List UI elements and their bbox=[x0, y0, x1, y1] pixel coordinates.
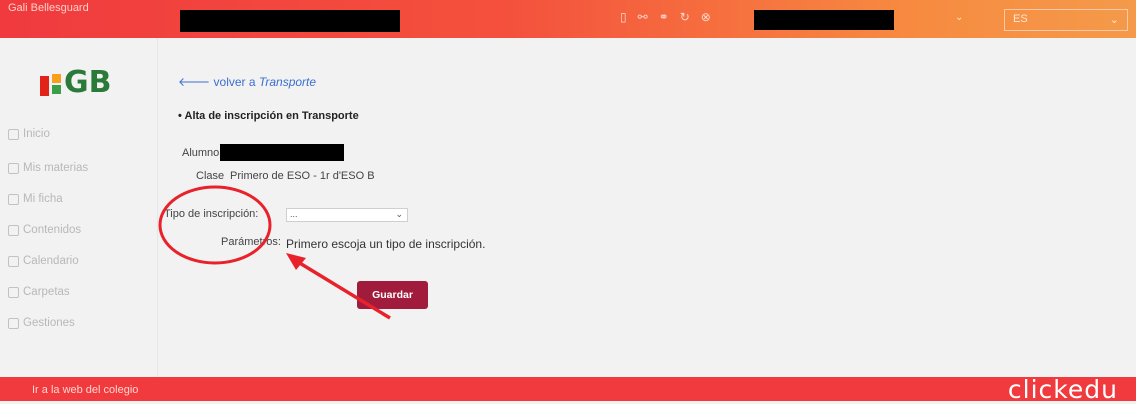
tipo-inscripcion-select[interactable]: ... ⌄ bbox=[286, 208, 408, 222]
share-icon[interactable]: ⚯ bbox=[638, 10, 659, 24]
sidebar-item-label: Contenidos bbox=[23, 224, 82, 236]
section-title: • Alta de inscripción en Transporte bbox=[178, 110, 359, 122]
back-prefix: volver a bbox=[213, 75, 256, 89]
sidebar-item-label: Mis materias bbox=[23, 162, 89, 174]
center-select-chevron-icon[interactable]: ⌄ bbox=[955, 12, 963, 23]
top-bar: Gali Bellesguard ▯⚯⚭↻⊗ ⌄ ES ⌄ bbox=[0, 0, 1136, 38]
calendar-icon bbox=[8, 255, 19, 267]
contents-icon bbox=[8, 224, 19, 236]
clase-value: Primero de ESO - 1r d'ESO B bbox=[230, 170, 375, 182]
sidebar-item-label: Inicio bbox=[23, 128, 50, 140]
language-value: ES bbox=[1013, 13, 1028, 25]
book-icon bbox=[8, 162, 19, 174]
parametros-value: Primero escoja un tipo de inscripción. bbox=[286, 237, 486, 251]
tipo-inscripcion-label: Tipo de inscripción: bbox=[164, 208, 259, 220]
sidebar-item-mi-ficha[interactable]: Mi ficha bbox=[8, 193, 63, 205]
redacted-user-name bbox=[180, 10, 400, 32]
chat-icon[interactable]: ↻ bbox=[680, 10, 701, 24]
sidebar-item-label: Calendario bbox=[23, 255, 79, 267]
redacted-student-name bbox=[220, 144, 344, 161]
redacted-center-select bbox=[754, 10, 894, 30]
sidebar-item-contenidos[interactable]: Contenidos bbox=[8, 224, 81, 236]
close-circle-icon[interactable]: ⊗ bbox=[701, 10, 722, 24]
sidebar-item-label: Carpetas bbox=[23, 286, 70, 298]
sidebar-item-label: Mi ficha bbox=[23, 193, 63, 205]
sidebar-item-calendario[interactable]: Calendario bbox=[8, 255, 79, 267]
parametros-label: Parámetros: bbox=[221, 236, 281, 248]
school-web-link[interactable]: Ir a la web del colegio bbox=[32, 384, 138, 396]
sidebar: GB Inicio Mis materias Mi ficha Contenid… bbox=[0, 38, 158, 377]
arrow-left-icon: 🡐 bbox=[178, 75, 211, 89]
sidebar-item-label: Gestiones bbox=[23, 317, 75, 329]
footer-bar: Ir a la web del colegio clickedu bbox=[0, 375, 1136, 404]
clase-label: Clase bbox=[196, 170, 225, 182]
folder-icon bbox=[8, 286, 19, 298]
alumno-label: Alumno bbox=[182, 147, 220, 159]
chevron-down-icon: ⌄ bbox=[395, 209, 403, 219]
mobile-icon[interactable]: ▯ bbox=[620, 10, 638, 24]
svg-text:GB: GB bbox=[64, 65, 112, 98]
sidebar-item-carpetas[interactable]: Carpetas bbox=[8, 286, 70, 298]
tasks-icon bbox=[8, 317, 19, 329]
clickedu-logo: clickedu bbox=[1007, 375, 1118, 404]
id-card-icon bbox=[8, 193, 19, 205]
school-name[interactable]: Gali Bellesguard bbox=[8, 2, 89, 14]
home-icon bbox=[8, 128, 19, 140]
back-link[interactable]: 🡐 volver a Transporte bbox=[178, 74, 316, 89]
sidebar-item-inicio[interactable]: Inicio bbox=[8, 128, 50, 140]
users-icon[interactable]: ⚭ bbox=[659, 10, 680, 24]
main-content: 🡐 volver a Transporte • Alta de inscripc… bbox=[158, 38, 1136, 377]
header-icons: ▯⚯⚭↻⊗ bbox=[620, 10, 722, 24]
save-button[interactable]: Guardar bbox=[357, 281, 428, 309]
chevron-down-icon: ⌄ bbox=[1109, 14, 1119, 26]
tipo-inscripcion-value: ... bbox=[290, 209, 298, 219]
language-select[interactable]: ES ⌄ bbox=[1004, 9, 1128, 31]
back-target: Transporte bbox=[258, 75, 317, 89]
school-logo: GB bbox=[40, 65, 112, 98]
sidebar-item-gestiones[interactable]: Gestiones bbox=[8, 317, 75, 329]
sidebar-item-mis-materias[interactable]: Mis materias bbox=[8, 162, 88, 174]
